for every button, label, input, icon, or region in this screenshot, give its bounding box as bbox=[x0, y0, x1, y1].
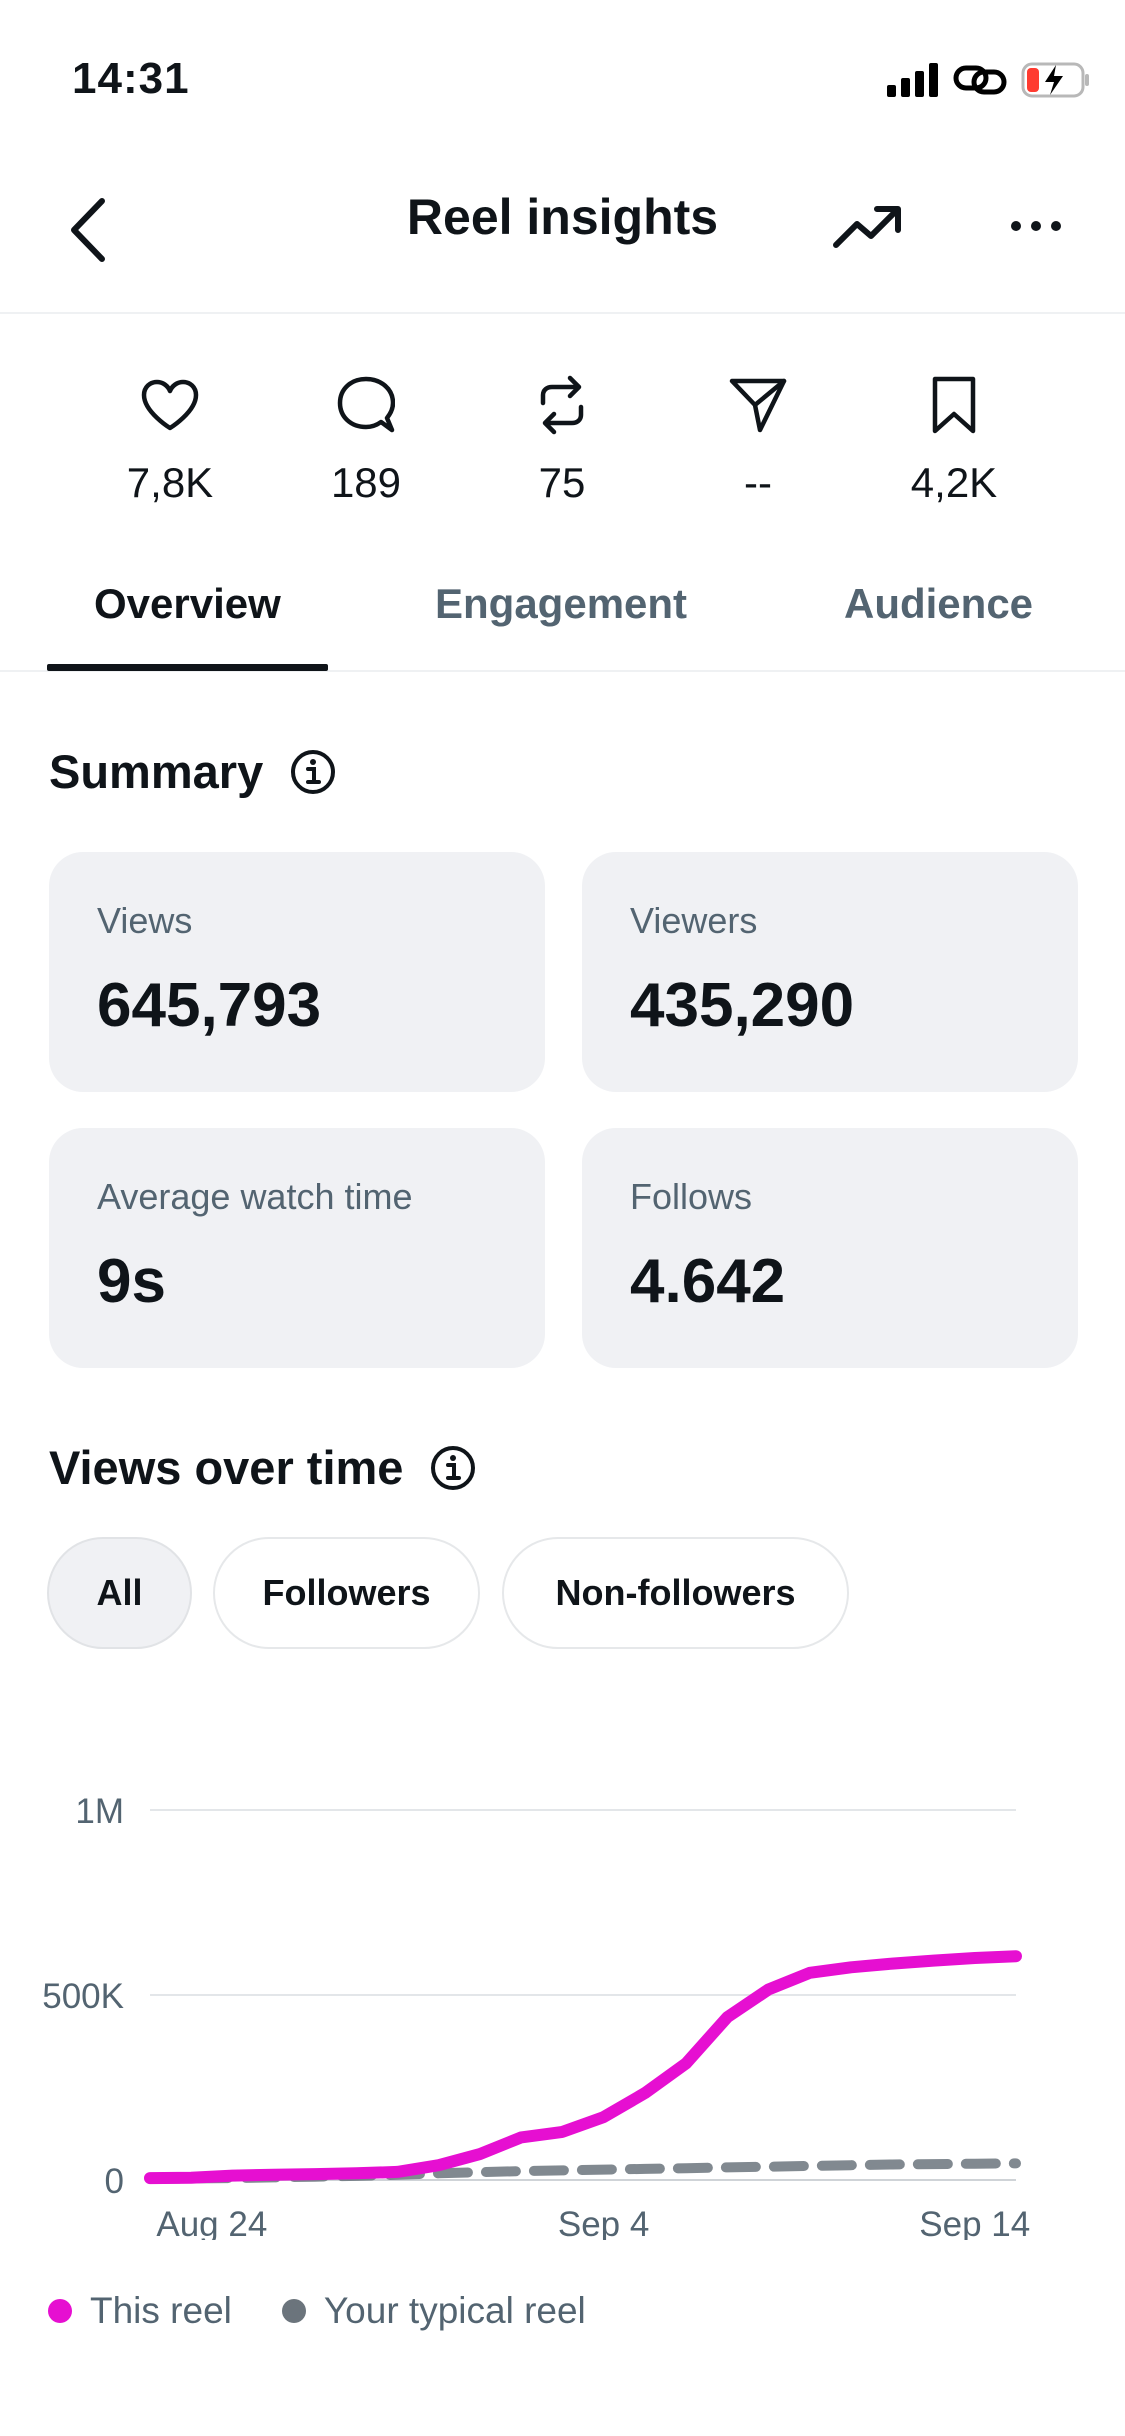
views-over-time-chart: 1M 500K 0 Aug 24 Sep 4 Sep 14 bbox=[42, 1792, 1030, 2240]
more-options-button[interactable] bbox=[998, 186, 1074, 266]
series-line-this-reel bbox=[144, 1950, 1022, 2185]
heart-icon bbox=[140, 370, 200, 440]
follows-card: Follows 4.642 bbox=[582, 1128, 1078, 1368]
filter-non-followers[interactable]: Non-followers bbox=[502, 1537, 849, 1649]
insights-tabs: Overview Engagement Audience bbox=[0, 560, 1125, 672]
tab-engagement[interactable]: Engagement bbox=[435, 560, 687, 672]
chart-legend: This reel Your typical reel bbox=[48, 2290, 586, 2332]
y-tick-label: 500K bbox=[42, 1977, 124, 2016]
viewers-label: Viewers bbox=[630, 900, 758, 941]
filter-all[interactable]: All bbox=[47, 1537, 192, 1649]
status-bar: 14:31 bbox=[0, 0, 1125, 150]
likes-count: 7,8K bbox=[126, 459, 214, 506]
trending-up-icon bbox=[833, 206, 901, 248]
x-tick-label: Sep 4 bbox=[558, 2205, 649, 2240]
views-card: Views 645,793 bbox=[49, 852, 545, 1092]
legend-label-this-reel: This reel bbox=[90, 2290, 232, 2331]
summary-info-icon[interactable] bbox=[289, 748, 337, 796]
viewers-value: 435,290 bbox=[630, 971, 855, 1040]
legend-dot-this-reel bbox=[48, 2299, 72, 2323]
tab-audience[interactable]: Audience bbox=[844, 560, 1033, 672]
page-title: Reel insights bbox=[406, 189, 719, 245]
comments-stat[interactable]: 189 bbox=[276, 370, 456, 520]
shares-stat[interactable]: -- bbox=[668, 370, 848, 520]
legend-item-this-reel: This reel bbox=[48, 2290, 232, 2332]
active-tab-indicator bbox=[47, 664, 328, 671]
saves-count: 4,2K bbox=[910, 459, 998, 506]
top-app-bar: Reel insights bbox=[0, 150, 1125, 314]
viewers-card: Viewers 435,290 bbox=[582, 852, 1078, 1092]
views-label: Views bbox=[97, 900, 193, 941]
legend-dot-typical-reel bbox=[281, 2299, 306, 2323]
legend-item-typical-reel: Your typical reel bbox=[281, 2290, 586, 2332]
engagement-stats-row: 7,8K 189 75 -- 4,2K bbox=[0, 370, 1125, 520]
average-watch-time-card: Average watch time 9s bbox=[49, 1128, 545, 1368]
views-over-time-title: Views over time bbox=[49, 1441, 404, 1494]
reposts-stat[interactable]: 75 bbox=[472, 370, 652, 520]
filter-followers[interactable]: Followers bbox=[213, 1537, 480, 1649]
share-icon bbox=[728, 370, 788, 440]
summary-title: Summary bbox=[49, 745, 264, 798]
y-tick-label: 0 bbox=[105, 2162, 124, 2201]
comment-icon bbox=[337, 370, 395, 440]
bookmark-icon bbox=[930, 370, 978, 440]
saves-stat[interactable]: 4,2K bbox=[864, 370, 1044, 520]
summary-section-header: Summary bbox=[49, 744, 337, 799]
follows-label: Follows bbox=[630, 1176, 753, 1217]
more-horizontal-icon bbox=[1011, 221, 1061, 231]
battery-charging-icon bbox=[1021, 61, 1091, 104]
comments-count: 189 bbox=[330, 459, 402, 506]
views-over-time-info-icon[interactable] bbox=[429, 1444, 477, 1492]
average-watch-time-value: 9s bbox=[97, 1247, 166, 1316]
views-over-time-header: Views over time bbox=[49, 1440, 477, 1495]
follows-value: 4.642 bbox=[630, 1247, 786, 1316]
tab-overview[interactable]: Overview bbox=[94, 560, 281, 672]
shares-count: -- bbox=[744, 459, 772, 506]
cellular-signal-icon bbox=[887, 62, 939, 102]
status-time: 14:31 bbox=[72, 54, 190, 103]
link-icon bbox=[953, 62, 1007, 103]
status-icons bbox=[887, 60, 1091, 104]
x-tick-label: Sep 14 bbox=[919, 2205, 1030, 2240]
repost-icon bbox=[535, 370, 589, 440]
average-watch-time-label: Average watch time bbox=[97, 1176, 413, 1217]
likes-stat[interactable]: 7,8K bbox=[80, 370, 260, 520]
trending-button[interactable] bbox=[828, 186, 908, 266]
legend-label-typical-reel: Your typical reel bbox=[323, 2290, 586, 2331]
x-tick-label: Aug 24 bbox=[156, 2205, 267, 2240]
views-value: 645,793 bbox=[97, 971, 322, 1040]
y-tick-label: 1M bbox=[75, 1792, 124, 1831]
reposts-count: 75 bbox=[538, 459, 586, 506]
